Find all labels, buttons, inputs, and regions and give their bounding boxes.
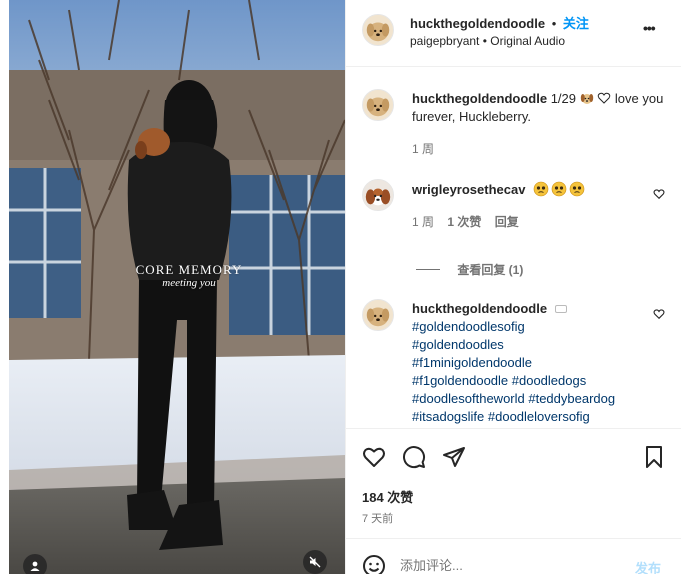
white-heart-icon (597, 91, 611, 105)
overlay-line1: CORE MEMORY (135, 262, 243, 277)
comment1-like-button[interactable] (652, 187, 666, 201)
caption-avatar[interactable] (362, 89, 394, 121)
comment-box-divider (345, 538, 681, 539)
cavalier-avatar-image (363, 180, 393, 210)
user-icon (30, 561, 40, 571)
post-date: 7 天前 (362, 513, 394, 525)
caption-username[interactable]: huckthegoldendoodle (412, 91, 547, 106)
likes-count[interactable]: 184 次赞 (362, 487, 413, 506)
left-gutter (0, 0, 9, 574)
video-caption-overlay: CORE MEMORY meeting you (129, 263, 249, 289)
post-subtitle: paigepbryant • Original Audio (410, 34, 565, 48)
comment-button[interactable] (402, 445, 426, 469)
heart-icon (653, 309, 665, 320)
header-separator: • (551, 16, 557, 31)
comment2-like-button[interactable] (652, 307, 666, 321)
pleading-face-icons (533, 181, 585, 197)
hashtag-line[interactable]: #doodlesoftheworld #teddybeardog (412, 390, 615, 408)
header-divider (345, 66, 681, 67)
actions-divider (345, 428, 681, 429)
comment2-username[interactable]: huckthegoldendoodle (412, 301, 547, 316)
overlay-line2: meeting you (162, 277, 216, 289)
dog-emoji-icon (580, 91, 594, 105)
mute-button[interactable] (303, 550, 327, 574)
doodle-avatar-image (363, 15, 393, 45)
view-replies-label[interactable]: 查看回复 (1) (457, 263, 523, 277)
smiley-icon (363, 555, 385, 574)
caption-count: 1/29 (550, 91, 576, 106)
subtitle-user[interactable]: paigepbryant (410, 34, 479, 48)
doodle-avatar-image (363, 300, 393, 330)
hashtag-line[interactable]: #itsadogslife #doodleloversofig (412, 408, 615, 426)
doodle-avatar-image (363, 90, 393, 120)
commenter-avatar[interactable] (362, 179, 394, 211)
save-button[interactable] (642, 445, 666, 469)
post-comment-button[interactable]: 发布 (635, 558, 661, 574)
post-dialog: CORE MEMORY meeting you huckthegoldendoo… (0, 0, 681, 574)
subtitle-separator: • (482, 34, 487, 48)
follow-button[interactable]: 关注 (563, 16, 589, 31)
hashtag-line[interactable]: #goldendoodlesofig (412, 318, 615, 336)
more-options-icon[interactable]: ••• (643, 20, 656, 36)
author-avatar[interactable] (362, 14, 394, 46)
heart-icon (653, 189, 665, 200)
comment2-body: huckthegoldendoodle #goldendoodlesofig #… (412, 300, 615, 426)
comment1-likes[interactable]: 1 次赞 (447, 215, 481, 229)
caption-text: huckthegoldendoodle 1/29 love you fureve… (412, 90, 670, 126)
post-header-line: huckthegoldendoodle • 关注 (410, 13, 589, 32)
like-button[interactable] (362, 445, 386, 469)
post-video[interactable]: CORE MEMORY meeting you (9, 0, 345, 574)
emoji-button[interactable] (362, 554, 386, 574)
comment1-username[interactable]: wrigleyrosethecav (412, 182, 525, 197)
hashtag-line[interactable]: #f1goldendoodle #doodledogs (412, 372, 615, 390)
speaker-muted-icon (309, 556, 321, 568)
small-emoji-icon (554, 305, 567, 313)
caption-time: 1 周 (412, 142, 435, 156)
replies-line (416, 269, 440, 270)
bookmark-icon (646, 446, 662, 468)
hashtag-line[interactable]: #f1minigoldendoodle (412, 354, 615, 372)
heart-icon (363, 447, 385, 467)
comment1-time: 1 周 (412, 215, 435, 229)
share-button[interactable] (442, 445, 466, 469)
comment2-avatar[interactable] (362, 299, 394, 331)
comment1-reply-button[interactable]: 回复 (495, 215, 519, 229)
comment-input[interactable] (400, 556, 620, 574)
speech-bubble-icon (403, 446, 426, 469)
view-replies-button[interactable]: 查看回复 (1) (416, 261, 523, 278)
comment1-meta: 1 周 1 次赞 回复 (412, 213, 519, 230)
original-audio-link[interactable]: Original Audio (490, 34, 565, 48)
paper-plane-icon (443, 447, 465, 467)
tagged-users-button[interactable] (23, 554, 47, 574)
hashtag-line[interactable]: #goldendoodles (412, 336, 615, 354)
author-username[interactable]: huckthegoldendoodle (410, 16, 545, 31)
comment1-line: wrigleyrosethecav � (412, 181, 585, 197)
